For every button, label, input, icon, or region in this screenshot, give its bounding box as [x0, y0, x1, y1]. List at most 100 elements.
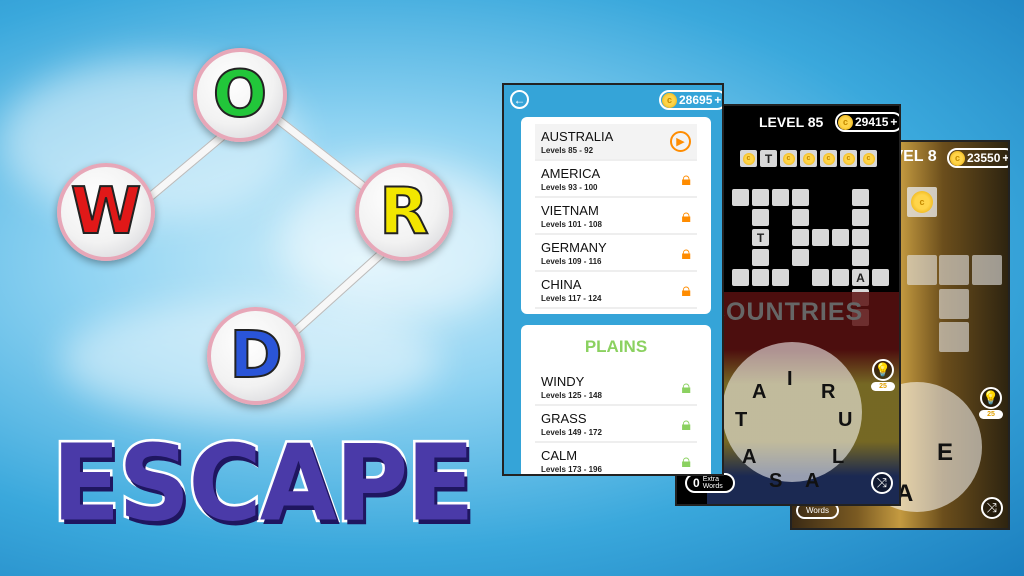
wheel-letter[interactable]: E — [937, 439, 953, 467]
play-icon[interactable]: ▶ — [670, 131, 691, 152]
coin-tile: c — [840, 150, 857, 167]
grid-tile: T — [752, 229, 769, 246]
category-title: COUNTRIES — [707, 298, 864, 326]
extra-words-button[interactable]: 0 Extra Words — [685, 473, 735, 493]
lock-icon: 🔒︎ — [681, 280, 691, 300]
back-arrow-icon[interactable]: ← — [510, 90, 529, 109]
level-pack-row[interactable]: GERMANY Levels 109 - 116 🔒︎ — [535, 235, 697, 272]
grid-tile — [852, 229, 869, 246]
grid-tile — [792, 249, 809, 266]
grid-tile — [752, 249, 769, 266]
grid-tile — [972, 255, 1002, 285]
grid-tile — [852, 189, 869, 206]
lock-icon: 🔒︎ — [681, 451, 691, 471]
pack-levels: Levels 93 - 100 — [541, 183, 598, 192]
grid-tile — [832, 269, 849, 286]
pack-levels: Levels 85 - 92 — [541, 146, 594, 155]
shuffle-icon[interactable]: ⤨ — [981, 497, 1003, 519]
grid-tile — [939, 322, 969, 352]
pack-levels: Levels 149 - 172 — [541, 428, 602, 437]
pack-levels: Levels 109 - 116 — [541, 257, 602, 266]
coin-icon: c — [742, 152, 755, 165]
screenshot-level-select: ← c 28695 + AUSTRALIA Levels 85 - 92 ▶ AMERIC… — [502, 83, 724, 476]
lock-icon: 🔒︎ — [681, 206, 691, 226]
lock-icon: 🔒︎ — [681, 243, 691, 263]
grid-tile — [939, 289, 969, 319]
wheel-letter[interactable]: L — [832, 446, 844, 469]
coin-tile: c — [780, 150, 797, 167]
pack-name: WINDY — [541, 374, 585, 389]
grid-tile: T — [760, 150, 777, 167]
coin-icon: c — [862, 152, 875, 165]
level-pack-row[interactable]: WINDY Levels 125 - 148 🔒︎ — [535, 369, 697, 406]
coin-balance[interactable]: c 23550 + — [947, 148, 1008, 168]
coin-tile: c — [820, 150, 837, 167]
level-pack-row[interactable]: CHINA Levels 117 - 124 🔒︎ — [535, 272, 697, 309]
coin-icon: c — [950, 150, 965, 166]
coin-icon: c — [842, 152, 855, 165]
grid-tile — [939, 255, 969, 285]
pack-name: AMERICA — [541, 166, 601, 181]
grid-tile — [792, 209, 809, 226]
grid-tile — [772, 189, 789, 206]
grid-tile — [812, 229, 829, 246]
coin-icon: c — [911, 191, 933, 213]
level-pack-row[interactable]: VIETNAM Levels 101 - 108 🔒︎ — [535, 198, 697, 235]
coin-tile: c — [907, 187, 937, 217]
pack-levels: Levels 125 - 148 — [541, 391, 602, 400]
lock-icon: 🔒︎ — [681, 169, 691, 189]
pack-levels: Levels 173 - 196 — [541, 465, 602, 474]
coin-icon: c — [782, 152, 795, 165]
level-pack-row[interactable]: AUSTRALIA Levels 85 - 92 ▶ — [535, 124, 697, 161]
coin-icon: c — [802, 152, 815, 165]
grid-tile — [752, 269, 769, 286]
coin-icon: c — [838, 114, 853, 130]
level-pack-row[interactable]: CALM Levels 173 - 196 🔒︎ — [535, 443, 697, 474]
grid-tile — [832, 229, 849, 246]
hint-bulb-icon[interactable]: 💡 — [872, 359, 894, 381]
grid-tile — [812, 269, 829, 286]
logo-letter-o: O — [193, 48, 287, 142]
hint-bulb-icon[interactable]: 💡 — [980, 387, 1002, 409]
logo-letter-r: R — [355, 163, 453, 261]
logo-letter-w: W — [57, 163, 155, 261]
level-title: LEVEL 85 — [759, 114, 824, 130]
hint-cost: 25 — [979, 410, 1003, 419]
coin-icon: c — [822, 152, 835, 165]
grid-tile: A — [852, 269, 869, 286]
grid-tile — [852, 209, 869, 226]
pack-name: GERMANY — [541, 240, 607, 255]
pack-levels: Levels 117 - 124 — [541, 294, 602, 303]
wheel-letter[interactable]: A — [805, 470, 819, 493]
grid-tile — [907, 255, 937, 285]
lock-icon: 🔒︎ — [681, 377, 691, 397]
country-group-card: AUSTRALIA Levels 85 - 92 ▶ AMERICA Levels 93… — [521, 117, 711, 314]
grid-tile — [732, 269, 749, 286]
grid-tile — [772, 269, 789, 286]
wheel-letter[interactable]: S — [769, 470, 782, 493]
coin-tile: c — [860, 150, 877, 167]
wheel-letter[interactable]: T — [735, 409, 747, 432]
pack-name: GRASS — [541, 411, 587, 426]
pack-name: CALM — [541, 448, 578, 463]
grid-tile — [872, 269, 889, 286]
shuffle-icon[interactable]: ⤨ — [871, 472, 893, 494]
grid-tile — [792, 189, 809, 206]
hint-cost: 25 — [871, 382, 895, 391]
wheel-letter[interactable]: I — [787, 368, 793, 391]
pack-name: AUSTRALIA — [541, 129, 614, 144]
pack-name: CHINA — [541, 277, 582, 292]
plains-group-card: PLAINS WINDY Levels 125 - 148 🔒︎ GRASS Level… — [521, 325, 711, 474]
wheel-letter[interactable]: A — [752, 381, 766, 404]
level-pack-row[interactable]: GRASS Levels 149 - 172 🔒︎ — [535, 406, 697, 443]
wheel-letter[interactable]: A — [742, 446, 756, 469]
wheel-letter[interactable]: R — [821, 381, 835, 404]
coin-icon: c — [662, 92, 677, 108]
wheel-letter[interactable]: U — [838, 409, 852, 432]
coin-balance[interactable]: c 28695 + — [659, 90, 722, 110]
level-pack-row[interactable]: AMERICA Levels 93 - 100 🔒︎ — [535, 161, 697, 198]
logo-letter-d: D — [207, 307, 305, 405]
coin-balance[interactable]: c 29415 + — [835, 112, 899, 132]
grid-tile — [732, 189, 749, 206]
grid-tile — [792, 229, 809, 246]
